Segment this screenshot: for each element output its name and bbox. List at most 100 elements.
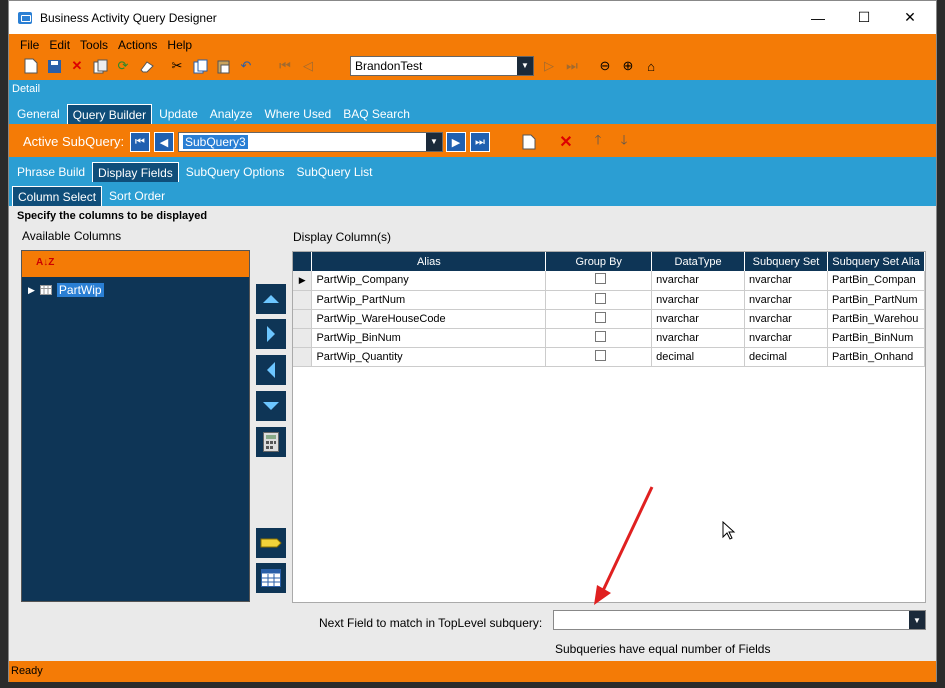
prev-record-icon[interactable]: ◁ [299,57,317,75]
add-column-button[interactable] [256,319,286,349]
col-group-by[interactable]: Group By [545,252,653,271]
cell-alias[interactable]: PartWip_WareHouseCode [311,309,547,329]
last-subquery-icon[interactable]: ⏭ [470,132,490,152]
col-datatype[interactable]: DataType [651,252,746,271]
delete-subquery-icon[interactable]: ✕ [557,133,575,151]
group-by-checkbox[interactable] [595,273,607,285]
expand-icon[interactable]: ▶ [28,285,35,296]
move-down-icon[interactable]: 🡓 [615,132,633,151]
maximize-button[interactable]: ☐ [841,1,887,34]
menu-help[interactable]: Help [162,37,197,53]
move-up-button[interactable] [256,284,286,314]
paste-icon[interactable] [214,57,232,75]
tab-subquery-options[interactable]: SubQuery Options [181,162,290,182]
tab-query-builder[interactable]: Query Builder [66,104,153,124]
refresh-icon[interactable]: ⟳ [114,57,132,75]
cell-datatype[interactable]: nvarchar [651,290,746,310]
group-by-checkbox[interactable] [595,330,607,342]
tab-phrase-build[interactable]: Phrase Build [12,162,90,182]
tab-display-fields[interactable]: Display Fields [92,162,179,182]
col-subquery-set[interactable]: Subquery Set [744,252,828,271]
menu-tools[interactable]: Tools [75,37,113,53]
menu-actions[interactable]: Actions [113,37,162,53]
tab-analyze[interactable]: Analyze [205,104,258,124]
available-columns-tree[interactable]: A↓Z ▶ PartWip [21,250,250,602]
sort-az-icon[interactable]: A↓Z [36,257,54,268]
save-icon[interactable] [45,57,63,75]
chevron-down-icon[interactable]: ▼ [517,57,533,75]
close-button[interactable]: ✕ [887,1,933,34]
grid-icon[interactable] [256,563,286,593]
tab-sort-order[interactable]: Sort Order [104,186,170,206]
cell-alias[interactable]: PartWip_BinNum [311,328,547,348]
undo-icon[interactable]: ↶ [237,57,255,75]
prev-subquery-icon[interactable]: ◀ [154,132,174,152]
cell-subquery-set-alias[interactable]: PartBin_Compan [827,271,926,291]
tab-update[interactable]: Update [154,104,203,124]
chevron-down-icon[interactable]: ▼ [426,133,442,151]
tab-where-used[interactable]: Where Used [259,104,336,124]
first-record-icon[interactable]: ⏮ [276,57,294,75]
tab-subquery-list[interactable]: SubQuery List [291,162,377,182]
cell-group-by[interactable] [545,271,653,291]
cell-subquery-set-alias[interactable]: PartBin_Onhand [827,347,926,367]
home-icon[interactable]: ⌂ [642,57,660,75]
tag-icon[interactable] [256,528,286,558]
cell-group-by[interactable] [545,347,653,367]
cell-subquery-set[interactable]: nvarchar [744,328,828,348]
first-subquery-icon[interactable]: ⏮ [130,132,150,152]
new-subquery-icon[interactable] [520,133,538,151]
cell-subquery-set[interactable]: nvarchar [744,271,828,291]
cell-group-by[interactable] [545,309,653,329]
next-record-icon[interactable]: ▷ [540,57,558,75]
cell-datatype[interactable]: decimal [651,347,746,367]
back-icon[interactable]: ⊖ [596,57,614,75]
table-row[interactable]: PartWip_Quantity decimal decimal PartBin… [293,347,926,367]
cell-subquery-set[interactable]: nvarchar [744,290,828,310]
cell-subquery-set-alias[interactable]: PartBin_PartNum [827,290,926,310]
cell-group-by[interactable] [545,290,653,310]
table-row[interactable]: PartWip_WareHouseCode nvarchar nvarchar … [293,309,926,329]
active-subquery-combo[interactable]: SubQuery3 ▼ [178,132,443,152]
copy2-icon[interactable] [191,57,209,75]
copy-icon[interactable] [91,57,109,75]
tab-baq-search[interactable]: BAQ Search [338,104,415,124]
eraser-icon[interactable] [137,57,155,75]
cell-subquery-set[interactable]: decimal [744,347,828,367]
col-subquery-set-alias[interactable]: Subquery Set Alia [827,252,926,271]
cell-datatype[interactable]: nvarchar [651,328,746,348]
cell-datatype[interactable]: nvarchar [651,309,746,329]
cell-subquery-set-alias[interactable]: PartBin_BinNum [827,328,926,348]
menu-edit[interactable]: Edit [44,37,75,53]
group-by-checkbox[interactable] [595,311,607,323]
menu-file[interactable]: File [15,37,44,53]
move-down-button[interactable] [256,391,286,421]
table-row[interactable]: ▶ PartWip_Company nvarchar nvarchar Part… [293,271,926,291]
tab-general[interactable]: General [12,104,65,124]
last-record-icon[interactable]: ⏭ [563,57,581,75]
cell-alias[interactable]: PartWip_Quantity [311,347,547,367]
cell-datatype[interactable]: nvarchar [651,271,746,291]
group-by-checkbox[interactable] [595,292,607,304]
forward-icon[interactable]: ⊕ [619,57,637,75]
col-alias[interactable]: Alias [311,252,547,271]
tab-column-select[interactable]: Column Select [12,186,103,206]
minimize-button[interactable]: — [795,1,841,34]
cell-subquery-set-alias[interactable]: PartBin_Warehou [827,309,926,329]
delete-icon[interactable]: ✕ [68,57,86,75]
cell-subquery-set[interactable]: nvarchar [744,309,828,329]
cell-alias[interactable]: PartWip_PartNum [311,290,547,310]
tree-node[interactable]: ▶ PartWip [28,283,104,297]
calculator-icon[interactable] [256,427,286,457]
cell-group-by[interactable] [545,328,653,348]
new-icon[interactable] [22,57,40,75]
cut-icon[interactable]: ✂ [168,57,186,75]
table-row[interactable]: PartWip_BinNum nvarchar nvarchar PartBin… [293,328,926,348]
move-up-icon[interactable]: 🡑 [589,132,607,151]
next-subquery-icon[interactable]: ▶ [446,132,466,152]
chevron-down-icon[interactable]: ▼ [909,611,925,629]
cell-alias[interactable]: PartWip_Company [311,271,547,291]
query-combo[interactable]: BrandonTest ▼ [350,56,534,76]
group-by-checkbox[interactable] [595,349,607,361]
remove-column-button[interactable] [256,355,286,385]
